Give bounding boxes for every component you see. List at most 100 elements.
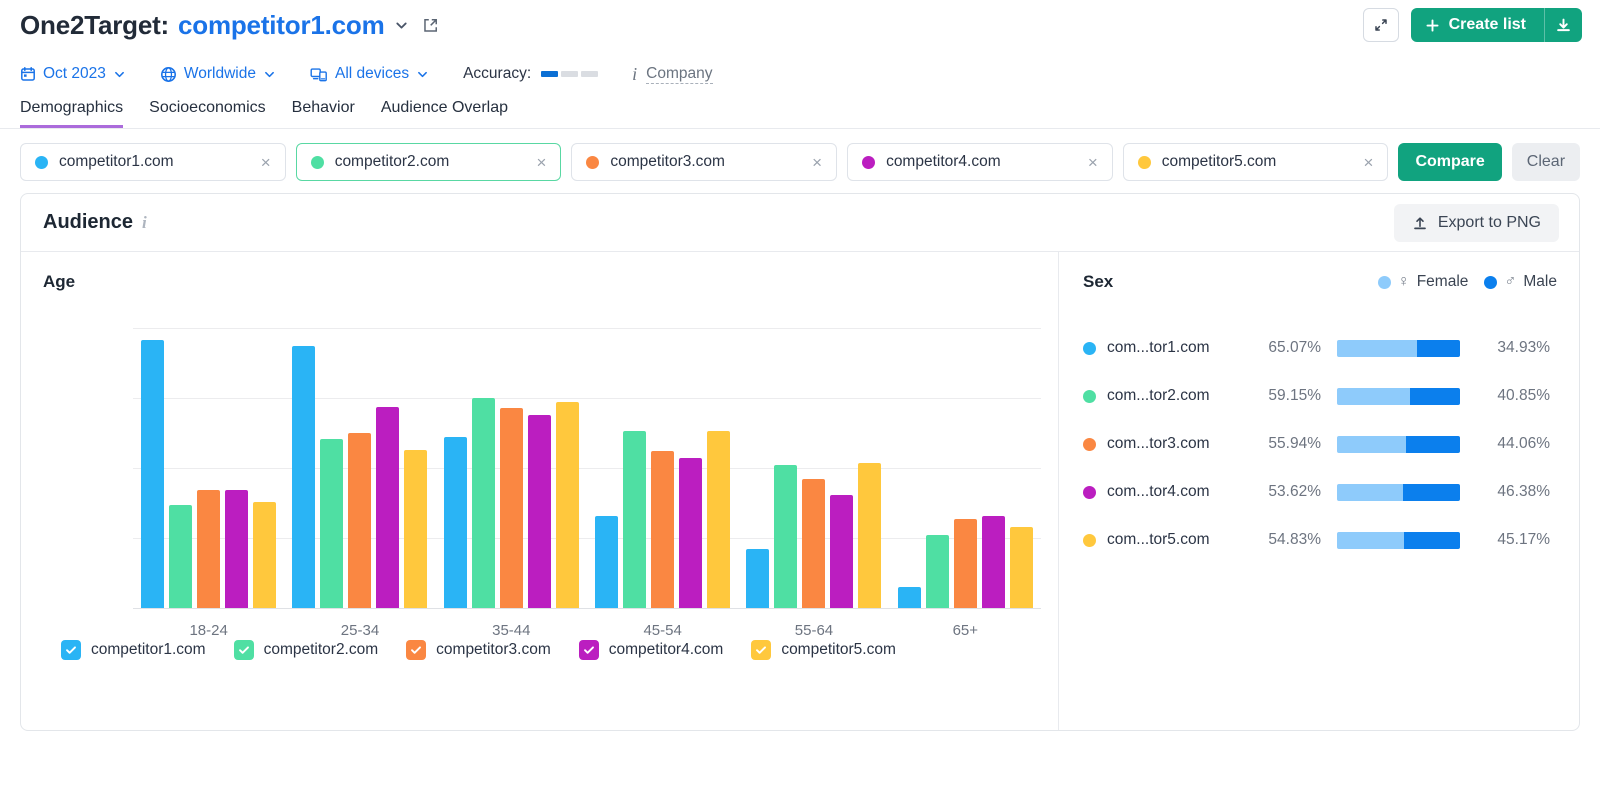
chip-remove-icon[interactable]: × <box>530 154 552 171</box>
chip-color-dot <box>586 156 599 169</box>
female-percent: 54.83% <box>1247 531 1321 549</box>
bar[interactable] <box>197 490 220 608</box>
female-symbol-icon: ♀ <box>1398 273 1410 291</box>
info-icon[interactable]: i <box>142 213 147 233</box>
bar[interactable] <box>253 502 276 608</box>
competitor-chip-5[interactable]: competitor5.com× <box>1123 143 1389 181</box>
bar[interactable] <box>141 340 164 608</box>
bar[interactable] <box>623 431 646 608</box>
x-axis-tick-label: 55-64 <box>738 622 889 639</box>
legend-checkbox[interactable] <box>234 640 254 660</box>
bar[interactable] <box>746 549 769 609</box>
bar[interactable] <box>320 439 343 608</box>
row-color-dot <box>1083 390 1096 403</box>
company-label[interactable]: Company <box>646 65 712 84</box>
legend-item-1[interactable]: competitor1.com <box>61 640 206 660</box>
bar[interactable] <box>376 407 399 608</box>
bar[interactable] <box>225 490 248 608</box>
bar[interactable] <box>774 465 797 608</box>
location-filter[interactable]: Worldwide <box>160 65 276 83</box>
bar[interactable] <box>982 516 1005 608</box>
bar[interactable] <box>556 402 579 609</box>
bar[interactable] <box>404 450 427 608</box>
accuracy-label: Accuracy: <box>463 65 531 83</box>
male-bar-segment <box>1403 484 1460 501</box>
expand-button[interactable] <box>1363 8 1399 42</box>
bar[interactable] <box>292 346 315 609</box>
legend-checkbox[interactable] <box>406 640 426 660</box>
legend-color-dot <box>1484 276 1497 289</box>
female-bar-segment <box>1337 532 1404 549</box>
tab-audience-overlap[interactable]: Audience Overlap <box>381 99 508 128</box>
chip-color-dot <box>1138 156 1151 169</box>
sex-row: com...tor5.com54.83%45.17% <box>1083 516 1557 564</box>
legend-label: competitor3.com <box>436 641 551 659</box>
bar[interactable] <box>707 431 730 608</box>
bar[interactable] <box>444 437 467 609</box>
bar[interactable] <box>954 519 977 608</box>
age-panel: Age 32%24%16%8%0%18-2425-3435-4445-5455-… <box>21 252 1058 730</box>
download-button[interactable] <box>1544 8 1582 42</box>
device-filter[interactable]: All devices <box>310 65 429 83</box>
legend-item-3[interactable]: competitor3.com <box>406 640 551 660</box>
legend-item-5[interactable]: competitor5.com <box>751 640 896 660</box>
bar[interactable] <box>830 495 853 608</box>
chevron-down-icon[interactable] <box>394 18 409 33</box>
bar[interactable] <box>898 587 921 608</box>
chip-remove-icon[interactable]: × <box>806 154 828 171</box>
row-domain-label: com...tor2.com <box>1107 387 1247 405</box>
tab-socioeconomics[interactable]: Socioeconomics <box>149 99 266 128</box>
filter-bar: Oct 2023 Worldwide All devices Accuracy: <box>0 55 1600 93</box>
download-icon <box>1555 17 1572 34</box>
compare-button[interactable]: Compare <box>1398 143 1501 181</box>
sex-legend-male: ♂Male <box>1484 273 1557 291</box>
legend-checkbox[interactable] <box>751 640 771 660</box>
bar-groups <box>133 320 1041 620</box>
competitor-chip-4[interactable]: competitor4.com× <box>847 143 1113 181</box>
chip-label: competitor2.com <box>335 153 531 171</box>
legend-item-2[interactable]: competitor2.com <box>234 640 379 660</box>
legend-checkbox[interactable] <box>579 640 599 660</box>
bar[interactable] <box>1010 527 1033 608</box>
export-to-png-button[interactable]: Export to PNG <box>1394 204 1559 242</box>
chip-remove-icon[interactable]: × <box>255 154 277 171</box>
bar-group-35-44 <box>436 320 587 620</box>
legend-checkbox[interactable] <box>61 640 81 660</box>
sex-panel-title: Sex <box>1083 272 1113 292</box>
sex-legend-label: Male <box>1523 273 1557 291</box>
sex-row: com...tor1.com65.07%34.93% <box>1083 324 1557 372</box>
clear-button[interactable]: Clear <box>1512 143 1580 181</box>
competitor-chip-1[interactable]: competitor1.com× <box>20 143 286 181</box>
male-bar-segment <box>1406 436 1460 453</box>
age-panel-title: Age <box>43 272 1058 292</box>
legend-item-4[interactable]: competitor4.com <box>579 640 724 660</box>
company-tooltip[interactable]: i Company <box>632 64 712 85</box>
female-percent: 55.94% <box>1247 435 1321 453</box>
bar[interactable] <box>348 433 371 608</box>
male-percent: 44.06% <box>1476 435 1550 453</box>
date-filter[interactable]: Oct 2023 <box>20 65 126 83</box>
bar[interactable] <box>500 408 523 608</box>
chip-label: competitor5.com <box>1162 153 1358 171</box>
bar[interactable] <box>595 516 618 608</box>
bar[interactable] <box>169 505 192 608</box>
tab-demographics[interactable]: Demographics <box>20 99 123 128</box>
page-title-domain[interactable]: competitor1.com <box>178 10 385 41</box>
info-icon: i <box>632 64 637 85</box>
chip-remove-icon[interactable]: × <box>1358 154 1380 171</box>
chip-remove-icon[interactable]: × <box>1082 154 1104 171</box>
external-link-icon[interactable] <box>422 17 439 34</box>
age-chart-legend: competitor1.com competitor2.com competitor… <box>61 640 896 660</box>
male-bar-segment <box>1404 532 1460 549</box>
create-list-button[interactable]: Create list <box>1411 8 1544 42</box>
competitor-chip-3[interactable]: competitor3.com× <box>571 143 837 181</box>
bar[interactable] <box>472 398 495 608</box>
bar[interactable] <box>858 463 881 608</box>
bar[interactable] <box>528 415 551 608</box>
competitor-chip-2[interactable]: competitor2.com× <box>296 143 562 181</box>
bar[interactable] <box>679 458 702 609</box>
bar[interactable] <box>802 479 825 608</box>
bar[interactable] <box>926 535 949 608</box>
tab-behavior[interactable]: Behavior <box>292 99 355 128</box>
bar[interactable] <box>651 451 674 608</box>
